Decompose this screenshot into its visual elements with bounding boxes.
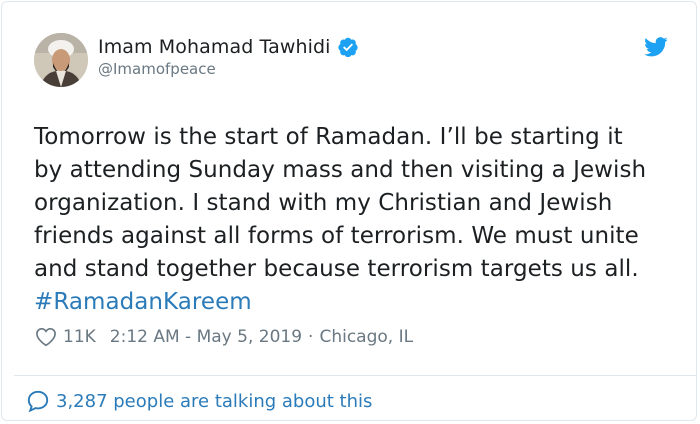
tweet-location[interactable]: Chicago, IL (319, 327, 413, 347)
tweet-meta: 11K 2:12 AM - May 5, 2019 · Chicago, IL (35, 324, 413, 350)
author-handle[interactable]: @Imamofpeace (98, 60, 216, 78)
author-display-name[interactable]: Imam Mohamad Tawhidi (98, 36, 331, 58)
tweet-text-line: organization. I stand with my Christian … (34, 190, 613, 216)
tweet-text: Tomorrow is the start of Ramadan. I’ll b… (34, 121, 684, 319)
meta-separator: · (308, 327, 314, 347)
verified-badge-icon (337, 36, 359, 58)
conversation-link[interactable]: 3,287 people are talking about this (26, 388, 372, 414)
author-name-row[interactable]: Imam Mohamad Tawhidi (98, 35, 359, 59)
like-count[interactable]: 11K (63, 327, 96, 347)
tweet-text-line: by attending Sunday mass and then visiti… (34, 157, 647, 183)
divider (14, 375, 696, 376)
twitter-bird-icon[interactable] (644, 37, 668, 57)
talking-about-text[interactable]: 3,287 people are talking about this (56, 391, 372, 412)
tweet-text-line: and stand together because terrorism tar… (34, 256, 639, 282)
tweet-text-line: friends against all forms of terrorism. … (34, 223, 639, 249)
tweet-timestamp[interactable]: 2:12 AM - May 5, 2019 (110, 327, 302, 347)
heart-icon[interactable] (35, 327, 57, 347)
hashtag-link[interactable]: #RamadanKareem (34, 286, 684, 319)
avatar[interactable] (34, 33, 88, 87)
speech-bubble-icon (26, 389, 50, 413)
tweet-text-line: Tomorrow is the start of Ramadan. I’ll b… (34, 124, 623, 150)
tweet-card: Imam Mohamad Tawhidi @Imamofpeace Tomorr… (1, 1, 697, 421)
avatar-image (34, 33, 88, 87)
